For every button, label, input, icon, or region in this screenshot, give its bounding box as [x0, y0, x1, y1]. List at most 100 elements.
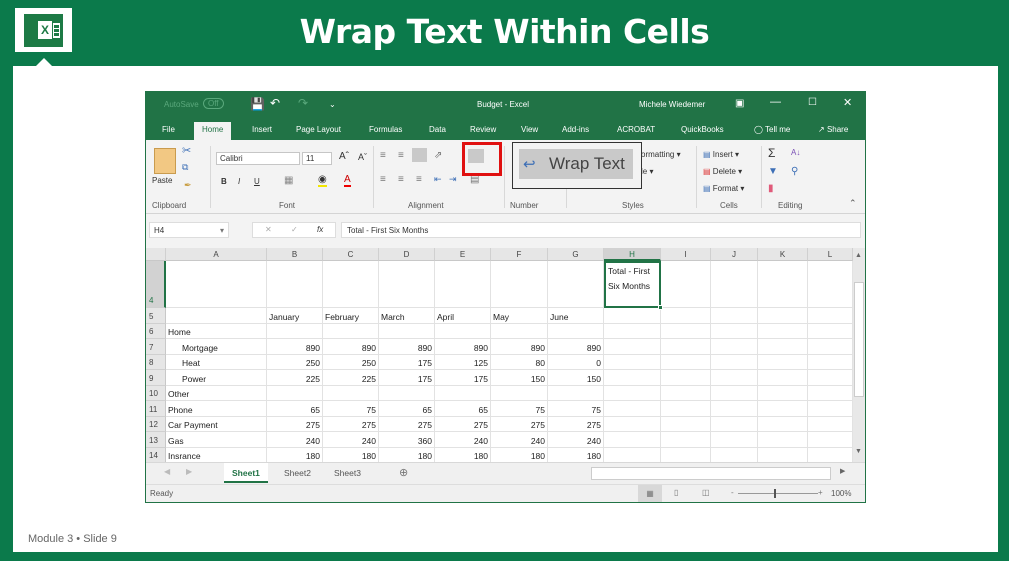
- page-layout-view-icon[interactable]: ▯: [674, 488, 678, 497]
- paste-icon[interactable]: [154, 148, 176, 174]
- cell[interactable]: 250: [323, 355, 379, 370]
- cell[interactable]: [661, 432, 711, 448]
- cell[interactable]: 75: [323, 401, 379, 417]
- tab-quickbooks[interactable]: QuickBooks: [673, 122, 732, 140]
- cell[interactable]: [661, 339, 711, 355]
- format-cells-button[interactable]: ▤ Format ▾: [703, 184, 744, 193]
- cell[interactable]: 275: [435, 417, 491, 432]
- cell[interactable]: [758, 401, 808, 417]
- cell[interactable]: [711, 308, 758, 324]
- close-icon[interactable]: ✕: [843, 96, 852, 109]
- cell[interactable]: [379, 261, 435, 308]
- cell[interactable]: [758, 324, 808, 339]
- clear-icon[interactable]: ▮: [768, 183, 774, 194]
- cell[interactable]: [661, 417, 711, 432]
- tab-acrobat[interactable]: ACROBAT: [609, 122, 663, 140]
- cell[interactable]: [711, 417, 758, 432]
- cell[interactable]: 275: [267, 417, 323, 432]
- column-header-e[interactable]: E: [435, 248, 491, 261]
- tab-view[interactable]: View: [513, 122, 546, 140]
- font-size-select[interactable]: 11: [302, 152, 332, 165]
- cell[interactable]: [711, 432, 758, 448]
- orientation-icon[interactable]: ⇗: [434, 150, 442, 161]
- cell[interactable]: [166, 261, 267, 308]
- column-header-f[interactable]: F: [491, 248, 548, 261]
- enter-icon[interactable]: ✓: [291, 225, 298, 234]
- cell[interactable]: [711, 339, 758, 355]
- cell[interactable]: Insrance: [166, 448, 267, 462]
- cell[interactable]: [548, 386, 604, 401]
- minimize-icon[interactable]: —: [770, 96, 781, 108]
- column-header-i[interactable]: I: [661, 248, 711, 261]
- cell[interactable]: 80: [491, 355, 548, 370]
- cell[interactable]: 175: [379, 355, 435, 370]
- cancel-icon[interactable]: ✕: [265, 225, 272, 234]
- autosum-icon[interactable]: Σ: [768, 146, 775, 160]
- fill-handle[interactable]: [658, 305, 663, 310]
- cell[interactable]: [661, 370, 711, 386]
- cell[interactable]: Other: [166, 386, 267, 401]
- column-header-c[interactable]: C: [323, 248, 379, 261]
- cell[interactable]: 150: [491, 370, 548, 386]
- column-header-g[interactable]: G: [548, 248, 604, 261]
- find-select-icon[interactable]: ⚲: [791, 166, 798, 177]
- borders-icon[interactable]: ▦: [284, 175, 293, 186]
- cell[interactable]: [758, 370, 808, 386]
- cell[interactable]: 240: [267, 432, 323, 448]
- cell[interactable]: 225: [267, 370, 323, 386]
- share-button[interactable]: ↗ Share: [810, 122, 856, 140]
- cell[interactable]: 890: [548, 339, 604, 355]
- cell[interactable]: 0: [548, 355, 604, 370]
- cell[interactable]: [491, 386, 548, 401]
- top-align-icon[interactable]: ≡: [380, 150, 386, 161]
- cell[interactable]: Home: [166, 324, 267, 339]
- cell[interactable]: 250: [267, 355, 323, 370]
- cell[interactable]: June: [548, 308, 604, 324]
- cell[interactable]: [711, 401, 758, 417]
- cell[interactable]: [758, 355, 808, 370]
- cell[interactable]: [808, 432, 853, 448]
- cell[interactable]: 275: [379, 417, 435, 432]
- fill-icon[interactable]: ▼: [768, 166, 778, 177]
- cell[interactable]: [435, 261, 491, 308]
- cell[interactable]: [435, 386, 491, 401]
- tab-home[interactable]: Home: [194, 122, 232, 140]
- format-painter-icon[interactable]: ✒: [184, 180, 192, 191]
- cell[interactable]: [166, 308, 267, 324]
- cell[interactable]: 890: [267, 339, 323, 355]
- name-box[interactable]: H4 ▾: [149, 222, 229, 238]
- cell[interactable]: 65: [435, 401, 491, 417]
- sheet-tab-sheet1[interactable]: Sheet1: [224, 463, 268, 483]
- cell[interactable]: [758, 261, 808, 308]
- increase-font-icon[interactable]: Aˆ: [339, 151, 349, 162]
- cell[interactable]: Gas: [166, 432, 267, 448]
- column-header-h[interactable]: H: [604, 248, 661, 261]
- cell[interactable]: [808, 308, 853, 324]
- cell[interactable]: [758, 386, 808, 401]
- cell[interactable]: 890: [379, 339, 435, 355]
- align-center-icon[interactable]: ≡: [398, 174, 404, 185]
- row-header[interactable]: 9: [146, 370, 166, 386]
- cell[interactable]: 360: [379, 432, 435, 448]
- row-header[interactable]: 12: [146, 417, 166, 432]
- cell[interactable]: 275: [491, 417, 548, 432]
- cell[interactable]: March: [379, 308, 435, 324]
- scroll-down-icon[interactable]: ▼: [855, 448, 862, 455]
- cell[interactable]: [808, 324, 853, 339]
- cell[interactable]: [267, 324, 323, 339]
- cell[interactable]: Heat: [166, 355, 267, 370]
- cell[interactable]: April: [435, 308, 491, 324]
- cell[interactable]: 890: [323, 339, 379, 355]
- cell[interactable]: 180: [491, 448, 548, 462]
- row-header[interactable]: 6: [146, 324, 166, 339]
- sheet-tab-sheet3[interactable]: Sheet3: [326, 463, 369, 483]
- cell[interactable]: [491, 324, 548, 339]
- cell[interactable]: [758, 339, 808, 355]
- cell[interactable]: Power: [166, 370, 267, 386]
- cell[interactable]: [379, 324, 435, 339]
- increase-indent-icon[interactable]: ⇥: [449, 174, 457, 185]
- cell[interactable]: [604, 308, 661, 324]
- copy-icon[interactable]: ⧉: [182, 162, 188, 173]
- insert-cells-button[interactable]: ▤ Insert ▾: [703, 150, 739, 159]
- cell[interactable]: [379, 386, 435, 401]
